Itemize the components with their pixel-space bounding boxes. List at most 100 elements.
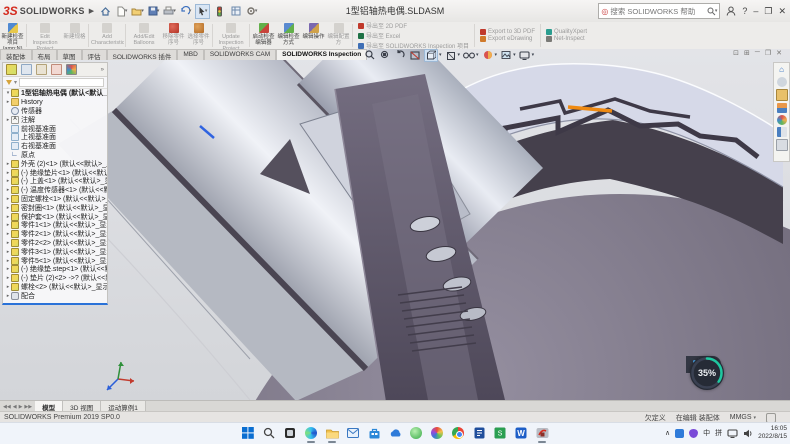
tree-item-front-plane[interactable]: 前视基准面 <box>3 124 107 133</box>
display-style-icon[interactable] <box>445 50 457 61</box>
export-3d-pdf[interactable]: Export to 3D PDF <box>480 29 535 35</box>
select-tool-icon[interactable]: ▾ <box>195 4 210 19</box>
ribbon-button-new-inspection[interactable]: 新建检查项目 (amp;N) <box>0 22 25 49</box>
tree-item-annotations[interactable]: ▸A注解 <box>3 115 107 124</box>
view-settings-icon[interactable] <box>519 50 531 61</box>
panel-overflow-icon[interactable]: » <box>101 67 104 73</box>
store-icon[interactable] <box>367 426 381 440</box>
export-excel[interactable]: 导出至 Excel <box>358 31 469 40</box>
configurationmanager-tab-icon[interactable] <box>36 64 47 75</box>
zoom-area-icon[interactable] <box>379 50 391 61</box>
ribbon-button-launch-editor[interactable]: 启动检查编辑器 <box>251 22 276 49</box>
edge-icon[interactable] <box>304 426 318 440</box>
doc-close-icon[interactable]: ✕ <box>776 49 782 57</box>
ime-language-indicator[interactable]: 中 <box>703 428 710 438</box>
tab-addins[interactable]: SOLIDWORKS 插件 <box>107 49 178 60</box>
dimxpertmanager-tab-icon[interactable] <box>51 64 62 75</box>
edit-appearance-icon[interactable] <box>482 50 494 61</box>
menu-flyout-arrow-icon[interactable]: ▶ <box>89 7 94 15</box>
options-gear-icon[interactable]: ▾ <box>245 5 258 18</box>
app-green-icon[interactable] <box>409 426 423 440</box>
hide-show-items-icon[interactable] <box>463 50 475 61</box>
doc-restore-icon[interactable]: ❐ <box>765 49 771 57</box>
previous-view-icon[interactable] <box>394 50 406 61</box>
rebuild-icon[interactable] <box>213 5 226 18</box>
tab-evaluate[interactable]: 评估 <box>82 49 107 60</box>
tree-item-part[interactable]: ▸零件2<2> (默认<<默认>_显示状 <box>3 239 107 248</box>
export-2d-pdf[interactable]: 导出至 2D PDF <box>358 21 469 30</box>
tree-item-part[interactable]: ▸(-) 绝缘垫.step<1> (默认<<默认> <box>3 265 107 274</box>
tree-item-part[interactable]: ▸固定螺栓<1> (默认<<默认>_显示 <box>3 195 107 204</box>
tree-item-right-plane[interactable]: 右视基准面 <box>3 142 107 151</box>
taskpane-appearances-icon[interactable] <box>777 115 787 125</box>
taskpane-resources-icon[interactable] <box>777 77 787 87</box>
displaymanager-tab-icon[interactable] <box>66 64 77 75</box>
net-inspect-button[interactable]: Net-Inspect <box>546 36 587 42</box>
export-edrawing[interactable]: Export eDrawing <box>480 36 535 42</box>
tree-item-part[interactable]: ▸保护套<1> (默认<<默认>_显示状 <box>3 212 107 221</box>
search-input[interactable]: ◎ 搜索 SOLIDWORKS 帮助 ▾ <box>598 3 720 19</box>
status-units[interactable]: MMGS ▾ <box>730 414 756 421</box>
taskpane-forum-icon[interactable] <box>776 139 788 151</box>
doc-cascade-icon[interactable]: ⊡ <box>733 49 739 57</box>
save-icon[interactable]: ▾ <box>147 5 160 18</box>
tab-assembly[interactable]: 装配体 <box>0 49 32 60</box>
tray-clock[interactable]: 16:05 2022/8/15 <box>758 425 787 441</box>
section-view-icon[interactable] <box>409 50 421 61</box>
tab-layout[interactable]: 布局 <box>32 49 57 60</box>
tree-item-sensors[interactable]: 传感器 <box>3 107 107 116</box>
print-icon[interactable]: ▾ <box>163 5 176 18</box>
view-orientation-icon[interactable] <box>424 49 438 62</box>
file-explorer-icon[interactable] <box>325 426 339 440</box>
open-document-icon[interactable]: ▾ <box>131 5 144 18</box>
word-icon[interactable]: W <box>514 426 528 440</box>
tree-item-part[interactable]: ▸(-) 绝缘垫片<1> (默认<<默认>_显 <box>3 168 107 177</box>
ribbon-button-edit-method[interactable]: 编辑检查方式 <box>276 22 301 49</box>
tree-item-origin[interactable]: ∟原点 <box>3 151 107 160</box>
file-properties-icon[interactable] <box>229 5 242 18</box>
ribbon-button-edit-operation[interactable]: 编辑操作 <box>301 22 326 49</box>
qualityxpert-button[interactable]: QualityXpert <box>546 29 587 35</box>
status-tag-icon[interactable] <box>766 413 776 423</box>
tree-item-part[interactable]: ▸零件2<1> (默认<<默认>_显示状 <box>3 230 107 239</box>
tree-item-part[interactable]: ▸(-) 温度传感器<1> (默认<<默认>_ <box>3 186 107 195</box>
mail-icon[interactable] <box>346 426 360 440</box>
taskpane-design-library-icon[interactable] <box>776 89 788 101</box>
solidworks-icon[interactable] <box>535 426 549 440</box>
home-icon[interactable] <box>99 5 112 18</box>
tree-item-top-plane[interactable]: 上视基准面 <box>3 133 107 142</box>
ribbon-button-add-characteristic[interactable]: Add Characteristic <box>90 22 124 49</box>
chrome-icon[interactable] <box>451 426 465 440</box>
ribbon-button-remove-balloon[interactable]: 移除零件序号 <box>161 22 186 49</box>
tree-item-part[interactable]: ▸(-) 垫片 (2)<2> ->? (默认<<默认> <box>3 274 107 283</box>
new-document-icon[interactable]: ▾ <box>115 5 128 18</box>
ribbon-button-select-balloon[interactable]: 选择零件序号 <box>186 22 211 49</box>
tree-item-part[interactable]: ▸零件1<1> (默认<<默认>_显示状态 <box>3 221 107 230</box>
tray-shield-purple-icon[interactable] <box>689 429 698 438</box>
doc-minimize-icon[interactable]: ─ <box>755 49 760 57</box>
ribbon-button-update-inspection[interactable]: Update Inspection Project <box>214 22 248 49</box>
task-view-icon[interactable] <box>283 426 297 440</box>
ribbon-button-edit-inspection[interactable]: Edit Inspection Project <box>28 22 62 49</box>
close-button[interactable]: ✕ <box>778 6 786 17</box>
tree-item-part[interactable]: ▸零件3<1> (默认<<默认>_显示状 <box>3 247 107 256</box>
apply-scene-icon[interactable] <box>500 50 512 61</box>
color-wheel-icon[interactable] <box>430 426 444 440</box>
ime-mode-indicator[interactable]: 拼 <box>715 428 722 438</box>
app-green-square-icon[interactable]: S <box>493 426 507 440</box>
dictionary-icon[interactable] <box>472 426 486 440</box>
taskpane-view-palette-icon[interactable] <box>777 103 787 113</box>
network-icon[interactable] <box>727 429 738 438</box>
tree-item-mates[interactable]: ▸配合 <box>3 291 107 300</box>
propertymanager-tab-icon[interactable] <box>21 64 32 75</box>
featuremanager-tab-icon[interactable] <box>6 64 17 75</box>
tree-item-part[interactable]: ▸零件5<1> (默认<<默认>_显示状 <box>3 256 107 265</box>
start-icon[interactable] <box>241 426 255 440</box>
user-account-icon[interactable] <box>726 6 736 16</box>
tray-shield-blue-icon[interactable] <box>675 429 684 438</box>
filter-caret-icon[interactable]: ▾ <box>14 79 17 86</box>
tab-mbd[interactable]: MBD <box>177 49 203 60</box>
ribbon-button-add-edit-balloons[interactable]: Add/Edit Balloons <box>127 22 161 49</box>
tree-item-part[interactable]: ▸螺栓<2> (默认<<默认>_显示状态 <box>3 283 107 292</box>
help-button[interactable]: ? <box>742 6 747 16</box>
